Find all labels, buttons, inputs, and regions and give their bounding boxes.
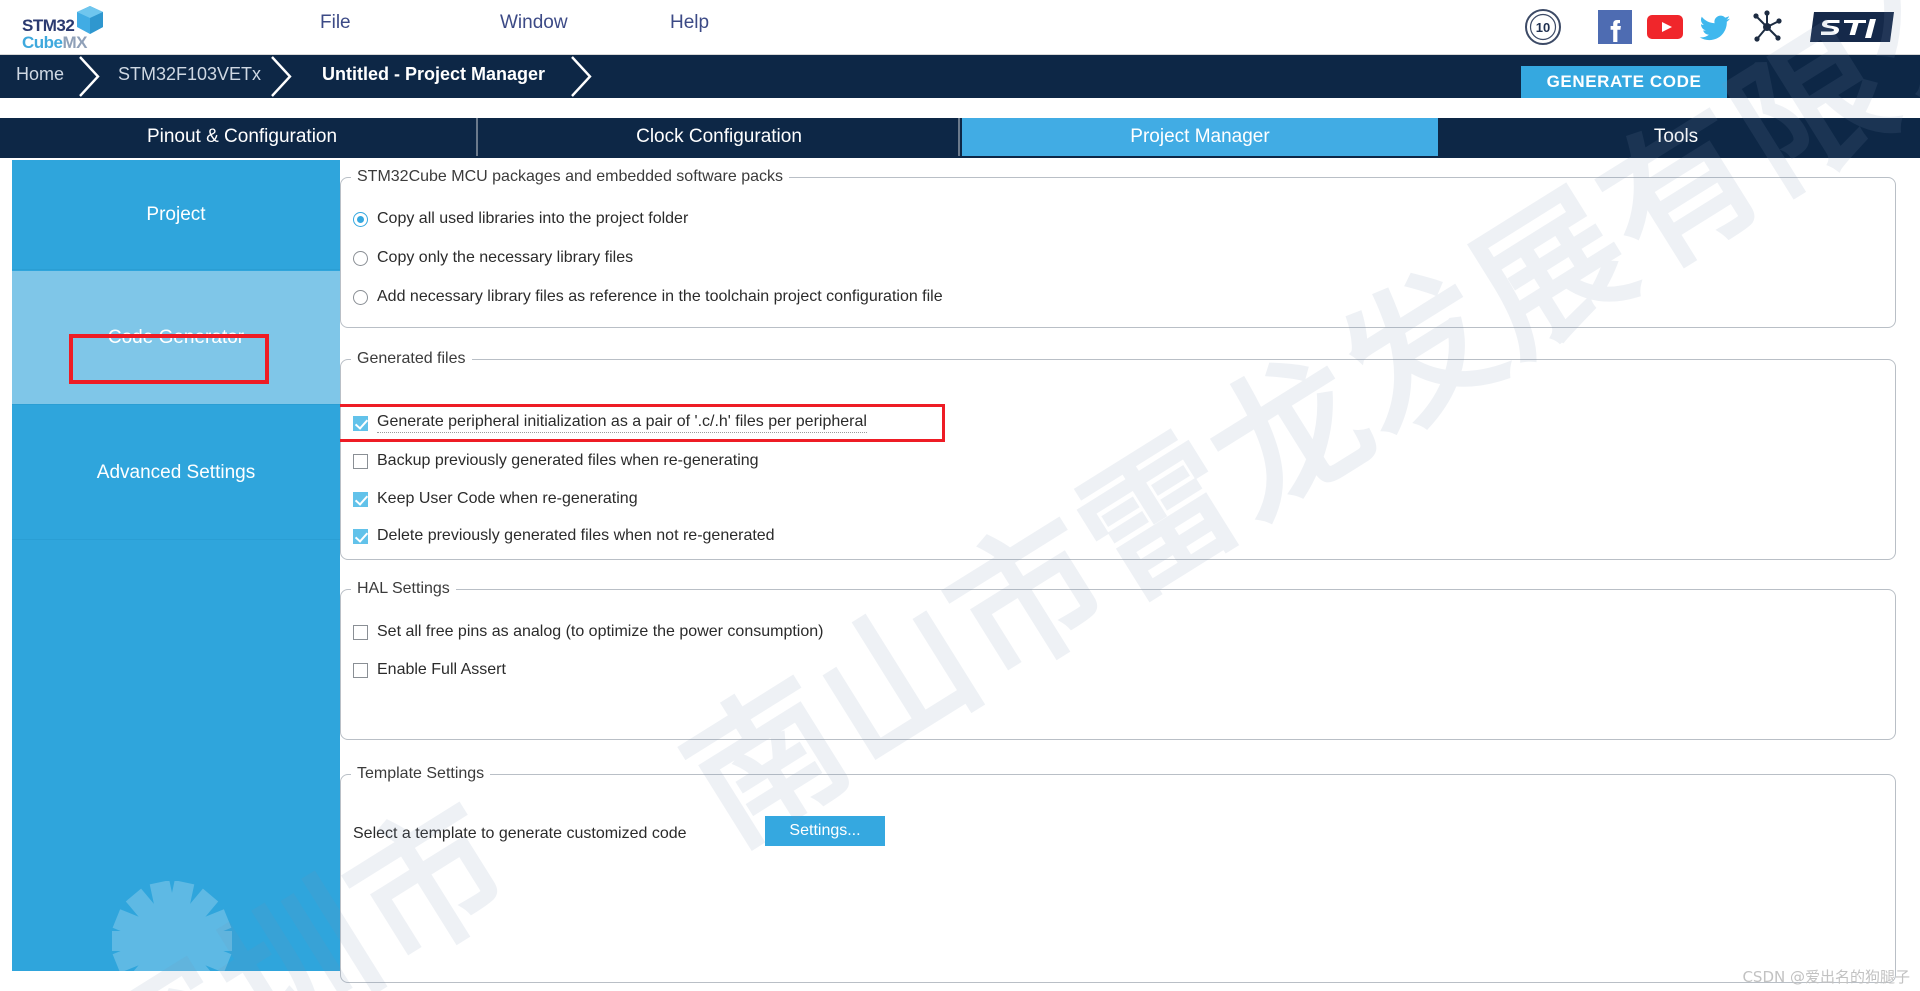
st-logo-icon[interactable]: [1806, 8, 1898, 46]
group-generated-files: Generated files Generate peripheral init…: [337, 350, 1896, 560]
menu-help[interactable]: Help: [670, 12, 709, 34]
breadcrumb-chevron-icon: [268, 55, 298, 98]
radio-indicator-off[interactable]: [353, 250, 368, 266]
tab-project-manager[interactable]: Project Manager: [962, 118, 1438, 156]
tab-pinout-configuration[interactable]: Pinout & Configuration: [8, 118, 478, 156]
menu-window[interactable]: Window: [500, 12, 568, 34]
menu-file[interactable]: File: [320, 12, 351, 34]
code-generator-panel: STM32Cube MCU packages and embedded soft…: [337, 160, 1920, 991]
breadcrumb-chevron-icon: [568, 55, 598, 98]
group-mcu-packages-title: STM32Cube MCU packages and embedded soft…: [357, 168, 783, 185]
tab-tools[interactable]: Tools: [1440, 118, 1912, 156]
checkbox-label: Set all free pins as analog (to optimize…: [377, 623, 824, 640]
template-description: Select a template to generate customized…: [353, 825, 687, 842]
radio-indicator-off[interactable]: [353, 289, 368, 305]
checkbox-indicator-unchecked[interactable]: [353, 624, 368, 640]
group-generated-files-title: Generated files: [357, 350, 466, 367]
sidebar-item-project[interactable]: Project: [12, 160, 340, 270]
radio-copy-only-necessary[interactable]: Copy only the necessary library files: [353, 249, 633, 267]
sidebar-item-code-generator[interactable]: Code Generator: [12, 271, 340, 405]
radio-add-as-reference[interactable]: Add necessary library files as reference…: [353, 288, 943, 306]
checkbox-label: Generate peripheral initialization as a …: [377, 413, 867, 433]
radio-label: Copy all used libraries into the project…: [377, 210, 689, 227]
logo-cube-text: Cube: [22, 33, 63, 52]
checkbox-enable-full-assert[interactable]: Enable Full Assert: [353, 661, 506, 679]
breadcrumb-home[interactable]: Home: [16, 64, 64, 85]
checkbox-set-free-pins-analog[interactable]: Set all free pins as analog (to optimize…: [353, 623, 823, 641]
checkbox-label: Enable Full Assert: [377, 661, 506, 678]
sidebar-empty-area: [12, 541, 340, 971]
checkbox-label: Backup previously generated files when r…: [377, 452, 759, 469]
youtube-icon[interactable]: [1646, 8, 1684, 46]
group-hal-settings-title: HAL Settings: [357, 580, 450, 597]
breadcrumb-chevron-icon: [76, 55, 106, 98]
svg-text:10: 10: [1536, 20, 1550, 35]
template-settings-button[interactable]: Settings...: [765, 816, 885, 846]
group-mcu-packages: STM32Cube MCU packages and embedded soft…: [340, 168, 1896, 328]
group-template-settings-title: Template Settings: [357, 765, 485, 782]
csdn-credit: CSDN @爱出名的狗腿子: [1742, 968, 1910, 986]
project-manager-sidebar: Project Code Generator Advanced Settings: [12, 160, 340, 971]
checkbox-generate-peripheral-init[interactable]: Generate peripheral initialization as a …: [353, 413, 867, 433]
facebook-icon[interactable]: [1596, 8, 1634, 46]
radio-copy-all-libraries[interactable]: Copy all used libraries into the project…: [353, 210, 688, 228]
group-hal-settings: HAL Settings Set all free pins as analog…: [340, 580, 1896, 740]
checkbox-indicator-checked[interactable]: [353, 415, 368, 431]
breadcrumb-mcu[interactable]: STM32F103VETx: [118, 64, 261, 85]
checkbox-label: Delete previously generated files when n…: [377, 527, 775, 544]
radio-label: Add necessary library files as reference…: [377, 288, 943, 305]
checkbox-label: Keep User Code when re-generating: [377, 490, 638, 507]
checkbox-indicator-unchecked[interactable]: [353, 662, 368, 678]
checkbox-indicator-checked[interactable]: [353, 491, 368, 507]
sidebar-item-advanced-settings[interactable]: Advanced Settings: [12, 406, 340, 540]
generate-code-button[interactable]: GENERATE CODE: [1521, 66, 1727, 98]
tab-clock-configuration[interactable]: Clock Configuration: [480, 118, 960, 156]
main-tab-bar: Pinout & Configuration Clock Configurati…: [0, 118, 1920, 158]
ten-years-badge-icon[interactable]: 10: [1524, 8, 1562, 46]
group-template-settings: Template Settings Select a template to g…: [340, 765, 1896, 983]
stm32cubemx-window: STM32 CubeMX File Window Help 10 Home ST…: [0, 0, 1920, 991]
checkbox-backup-previously-generated[interactable]: Backup previously generated files when r…: [353, 452, 759, 470]
cube-icon: [77, 6, 103, 34]
radio-indicator-on[interactable]: [353, 211, 368, 227]
checkbox-keep-user-code[interactable]: Keep User Code when re-generating: [353, 490, 638, 508]
breadcrumb-current-page: Untitled - Project Manager: [322, 64, 546, 84]
community-network-icon[interactable]: [1748, 8, 1786, 46]
checkbox-delete-previously-generated[interactable]: Delete previously generated files when n…: [353, 527, 775, 545]
checkbox-indicator-checked[interactable]: [353, 528, 368, 544]
twitter-icon[interactable]: [1696, 8, 1734, 46]
logo-line-2: CubeMX: [22, 33, 87, 53]
checkbox-indicator-unchecked[interactable]: [353, 453, 368, 469]
menu-bar: STM32 CubeMX File Window Help 10: [0, 0, 1920, 55]
radio-label: Copy only the necessary library files: [377, 249, 634, 266]
stm32cubemx-logo: STM32 CubeMX: [8, 2, 108, 54]
